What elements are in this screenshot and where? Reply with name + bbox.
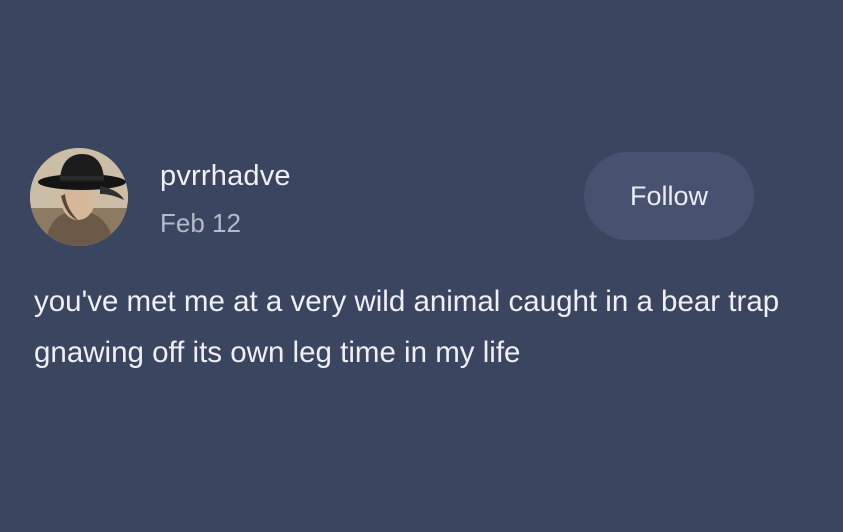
follow-button[interactable]: Follow [584,152,754,240]
profile-photo-icon [30,148,128,246]
post-text: you've met me at a very wild animal caug… [34,285,780,369]
avatar[interactable] [30,148,128,246]
username[interactable]: pvrrhadve [160,158,291,194]
post-card: pvrrhadve Feb 12 Follow you've met me at… [0,0,843,532]
post-date: Feb 12 [160,208,241,238]
